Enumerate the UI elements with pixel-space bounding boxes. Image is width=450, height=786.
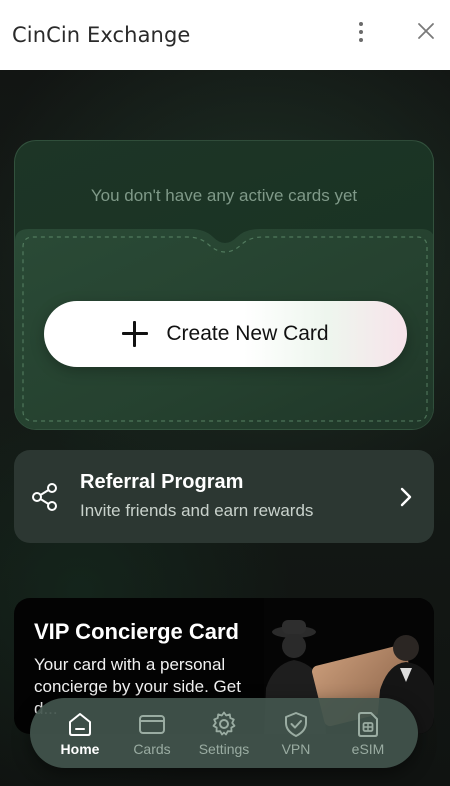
title-bar: CinCin Exchange (0, 0, 450, 70)
empty-cards-message: You don't have any active cards yet (90, 186, 358, 205)
chevron-right-icon (400, 487, 412, 507)
gear-icon (212, 711, 236, 735)
nav-esim[interactable]: eSIM (337, 703, 399, 763)
referral-title: Referral Program (80, 471, 244, 493)
home-icon (69, 712, 91, 736)
share-icon (32, 483, 57, 511)
app-title: CinCin Exchange (12, 23, 191, 47)
nav-label-home: Home (60, 740, 100, 757)
nav-label-cards: Cards (133, 740, 171, 757)
app-content: You don't have any active cards yet Crea… (0, 70, 450, 786)
nav-label-esim: eSIM (351, 740, 385, 757)
referral-program-banner[interactable]: Referral Program Invite friends and earn… (14, 450, 434, 543)
create-new-card-button[interactable]: Create New Card (44, 301, 407, 367)
shield-check-icon (285, 711, 307, 737)
sim-card-icon (358, 711, 378, 737)
more-vertical-icon[interactable] (350, 18, 372, 46)
create-new-card-label: Create New Card (166, 322, 329, 345)
card-slot: You don't have any active cards yet Crea… (14, 140, 434, 430)
close-icon[interactable] (414, 19, 438, 43)
bottom-nav: Home Cards Settings VPN eSIM (30, 698, 418, 768)
nav-vpn[interactable]: VPN (265, 703, 327, 763)
nav-home[interactable]: Home (49, 703, 111, 763)
nav-label-vpn: VPN (281, 740, 311, 757)
plus-icon (122, 321, 149, 347)
vip-title: VIP Concierge Card (34, 619, 239, 644)
nav-cards[interactable]: Cards (121, 703, 183, 763)
referral-subtitle: Invite friends and earn rewards (80, 501, 314, 520)
nav-settings[interactable]: Settings (193, 703, 255, 763)
card-icon (139, 714, 165, 734)
nav-label-settings: Settings (198, 740, 250, 757)
